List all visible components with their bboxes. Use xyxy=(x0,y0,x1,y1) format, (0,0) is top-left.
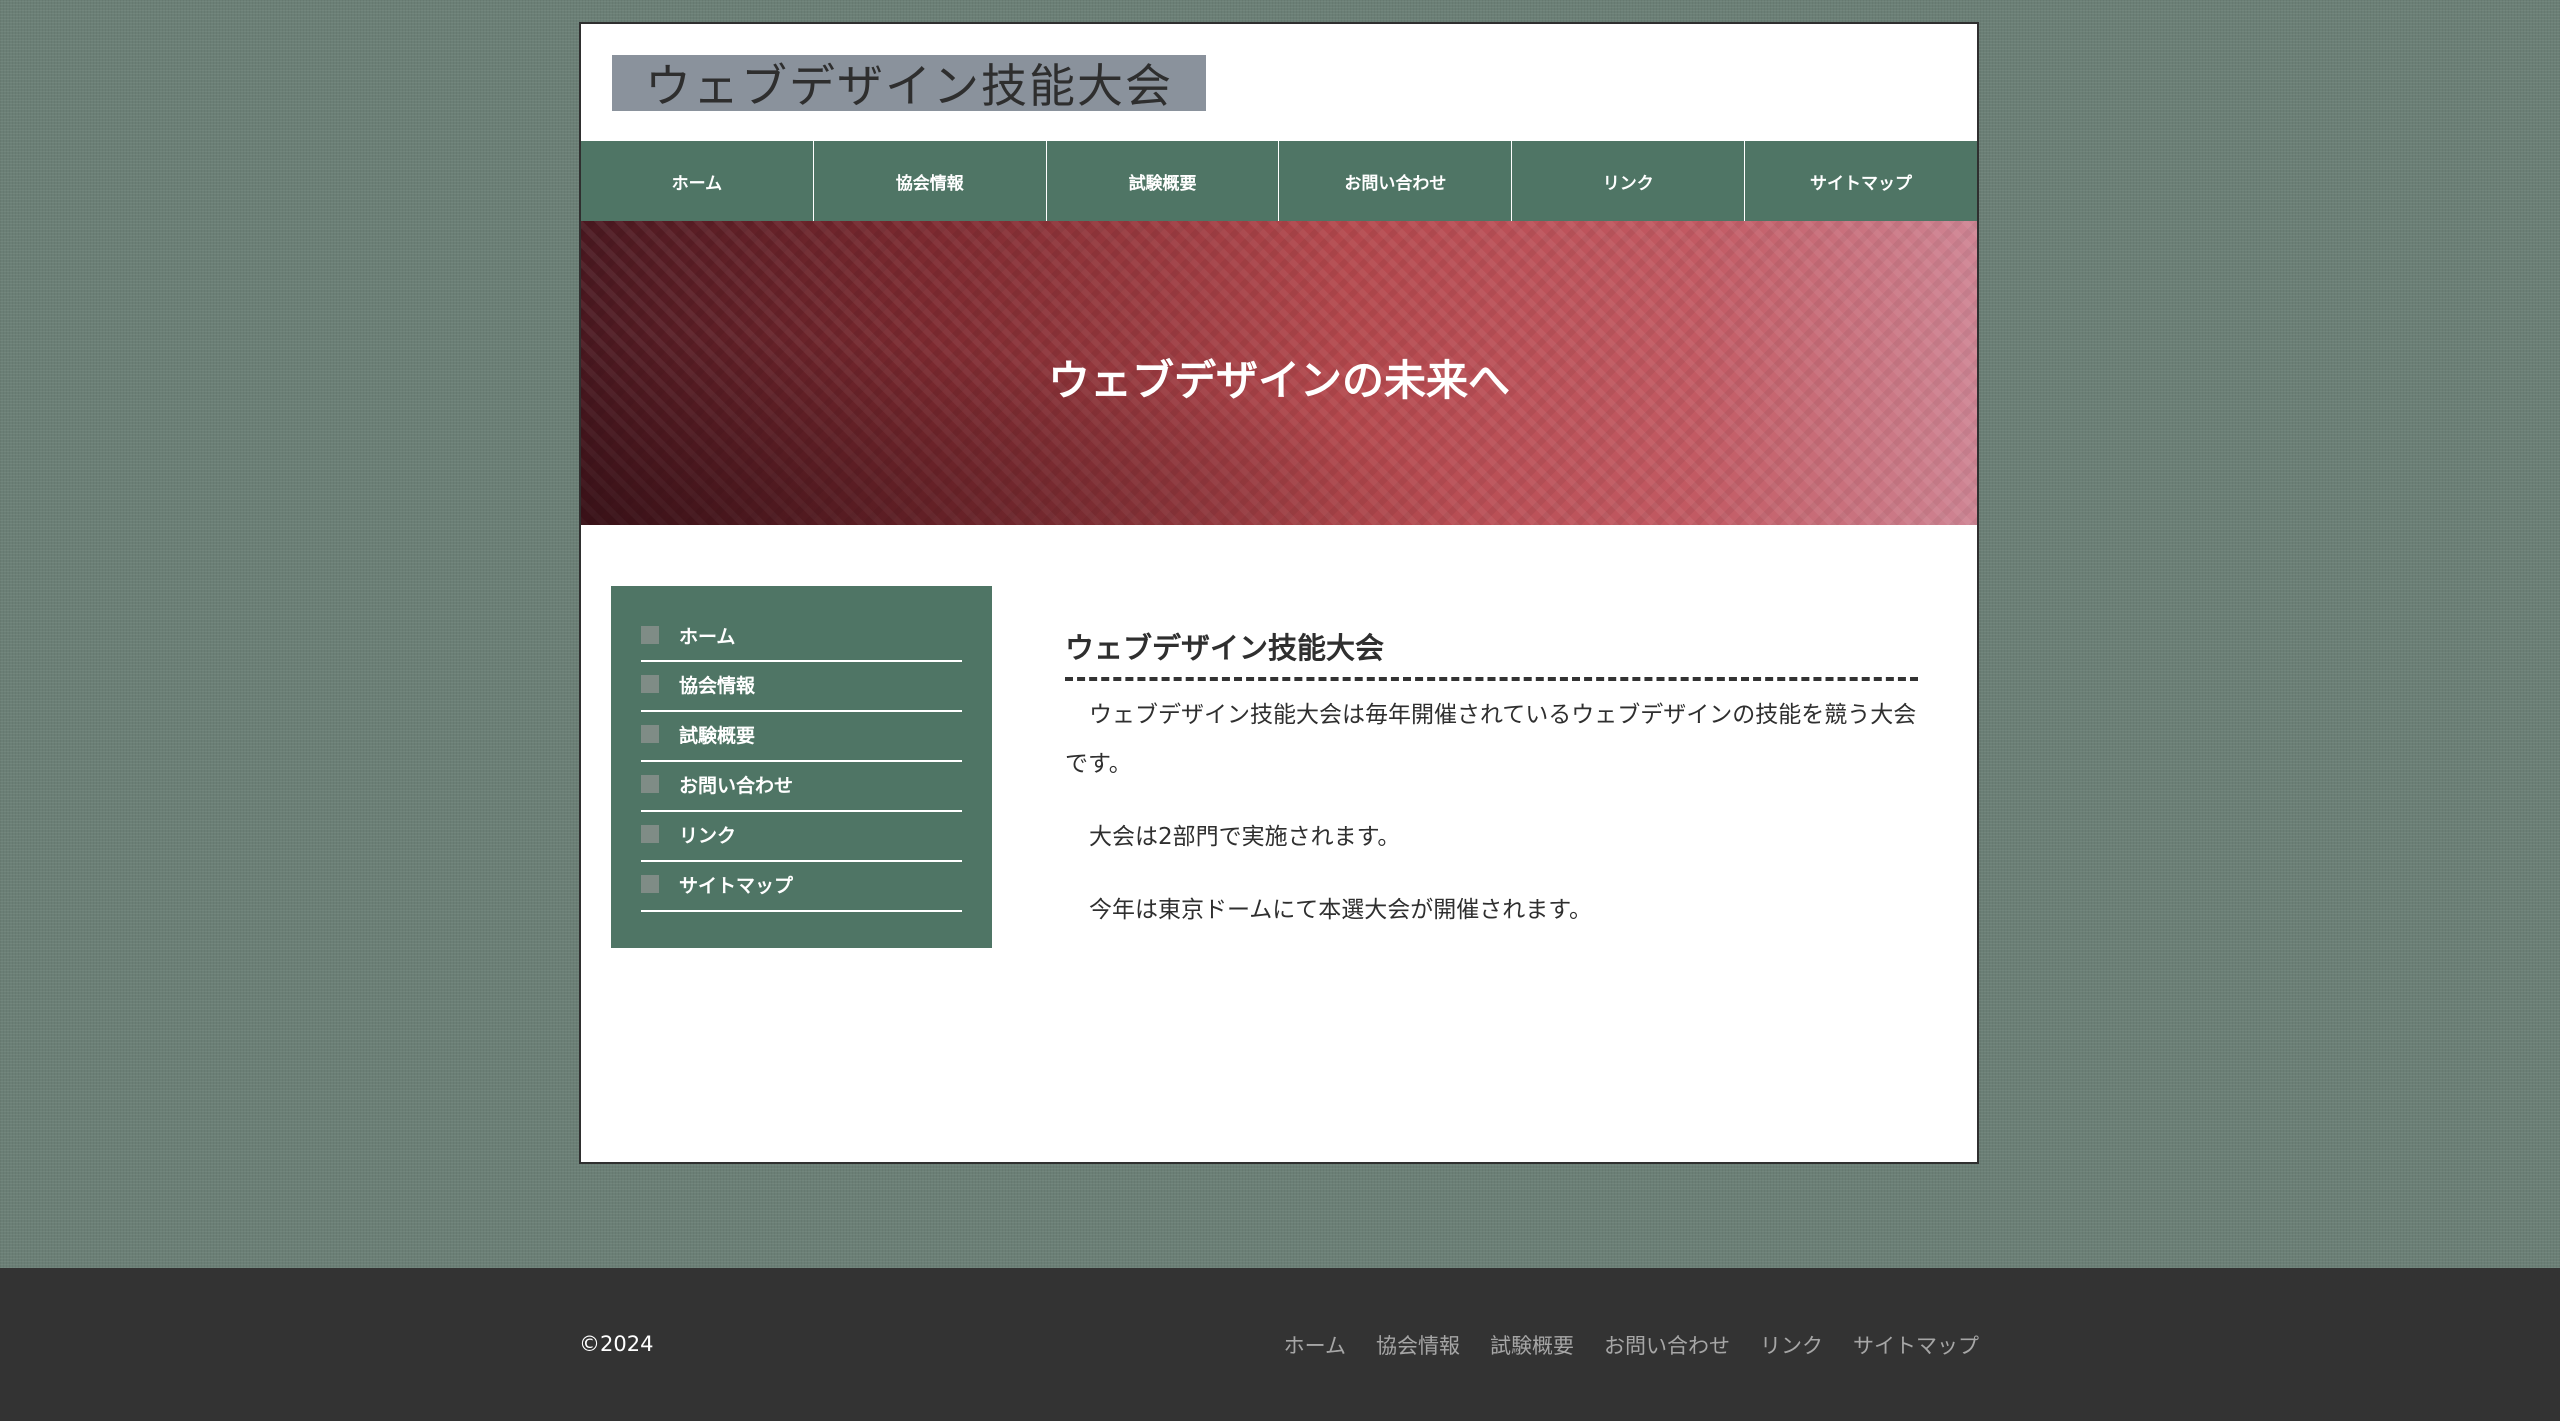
nav-item-exam[interactable]: 試験概要 xyxy=(1047,141,1280,221)
sidebar-item-contact[interactable]: お問い合わせ xyxy=(641,762,962,812)
sidebar-item-sitemap[interactable]: サイトマップ xyxy=(641,862,962,912)
hero-banner: ウェブデザインの未来へ xyxy=(581,221,1977,525)
main-content: ウェブデザイン技能大会 ウェブデザイン技能大会は毎年開催されているウェブデザイン… xyxy=(1065,625,1918,935)
bullet-icon xyxy=(641,725,659,743)
main-paragraph: 大会は2部門で実施されます。 xyxy=(1089,824,1401,850)
page-container: ウェブデザイン技能大会 ホーム 協会情報 試験概要 お問い合わせ リンク サイト… xyxy=(579,22,1979,1164)
footer-link-home[interactable]: ホーム xyxy=(1284,1330,1346,1360)
main-paragraph: ウェブデザイン技能大会は毎年開催されているウェブデザインの技能を競う大会です。 xyxy=(1065,702,1917,777)
bullet-icon xyxy=(641,626,659,644)
nav-item-home[interactable]: ホーム xyxy=(581,141,814,221)
content-area: ホーム 協会情報 試験概要 お問い合わせ リンク サイトマップ ウェブデザイン技… xyxy=(581,525,1977,1162)
sidebar-item-label: 試験概要 xyxy=(679,724,756,747)
nav-item-links[interactable]: リンク xyxy=(1512,141,1746,221)
footer-link-sitemap[interactable]: サイトマップ xyxy=(1853,1330,1979,1360)
site-header: ウェブデザイン技能大会 xyxy=(581,24,1977,141)
bullet-icon xyxy=(641,775,659,793)
sidebar-item-label: 協会情報 xyxy=(679,674,756,697)
sidebar-item-links[interactable]: リンク xyxy=(641,812,962,862)
sidebar-item-label: お問い合わせ xyxy=(679,774,794,797)
footer-link-exam[interactable]: 試験概要 xyxy=(1490,1330,1574,1360)
main-heading: ウェブデザイン技能大会 xyxy=(1065,625,1918,681)
footer-link-links[interactable]: リンク xyxy=(1760,1330,1823,1360)
sidebar-item-label: ホーム xyxy=(679,625,736,648)
hero-title: ウェブデザインの未来へ xyxy=(1047,356,1510,405)
site-footer: ©2024 ホーム 協会情報 試験概要 お問い合わせ リンク サイトマップ xyxy=(0,1268,2560,1421)
bullet-icon xyxy=(641,825,659,843)
nav-item-sitemap[interactable]: サイトマップ xyxy=(1745,141,1977,221)
nav-item-contact[interactable]: お問い合わせ xyxy=(1279,141,1513,221)
site-logo[interactable]: ウェブデザイン技能大会 xyxy=(612,55,1206,113)
main-paragraph: 今年は東京ドームにて本選大会が開催されます。 xyxy=(1089,897,1593,923)
sidebar: ホーム 協会情報 試験概要 お問い合わせ リンク サイトマップ xyxy=(611,586,992,948)
nav-item-association[interactable]: 協会情報 xyxy=(814,141,1047,221)
footer-nav: ホーム 協会情報 試験概要 お問い合わせ リンク サイトマップ xyxy=(1284,1330,1979,1360)
footer-link-association[interactable]: 協会情報 xyxy=(1376,1330,1460,1360)
global-nav: ホーム 協会情報 試験概要 お問い合わせ リンク サイトマップ xyxy=(581,141,1977,221)
footer-link-contact[interactable]: お問い合わせ xyxy=(1604,1330,1730,1360)
bullet-icon xyxy=(641,675,659,693)
sidebar-item-label: リンク xyxy=(679,824,737,847)
sidebar-item-label: サイトマップ xyxy=(679,874,794,897)
bullet-icon xyxy=(641,875,659,893)
sidebar-item-association[interactable]: 協会情報 xyxy=(641,662,962,712)
sidebar-item-home[interactable]: ホーム xyxy=(641,614,962,662)
sidebar-item-exam[interactable]: 試験概要 xyxy=(641,712,962,762)
copyright: ©2024 xyxy=(579,1332,654,1356)
